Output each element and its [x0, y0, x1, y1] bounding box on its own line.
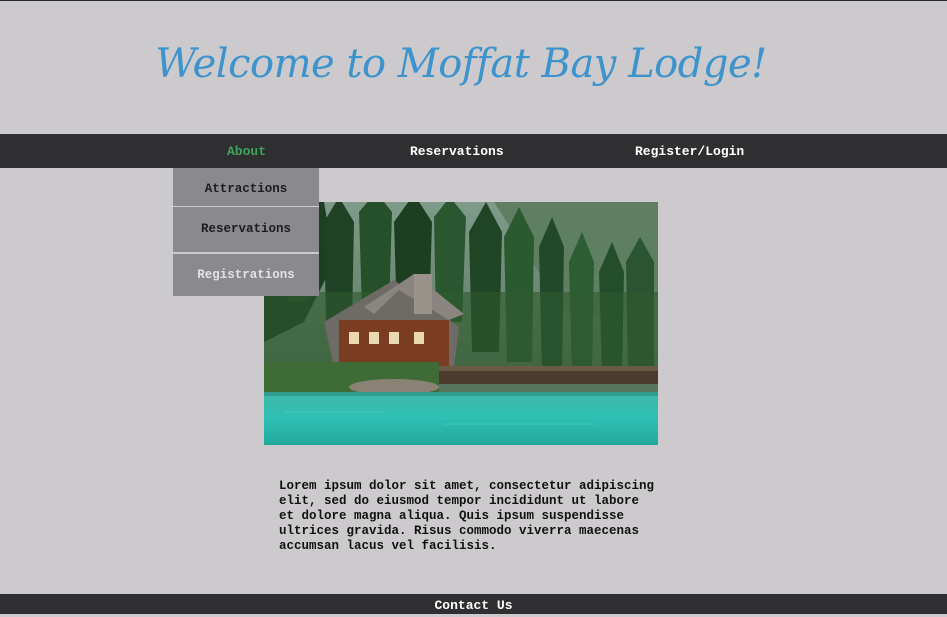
nav-link-register-login[interactable]: Register/Login: [635, 134, 744, 168]
nav-link-about[interactable]: About: [227, 134, 266, 168]
lodge-photo: [264, 202, 658, 445]
dropdown-item-reservations[interactable]: Reservations: [173, 206, 319, 252]
contact-us-link[interactable]: Contact Us: [434, 598, 512, 613]
site-title: Welcome to Moffat Bay Lodge!: [155, 41, 767, 87]
site-footer: Contact Us: [0, 594, 947, 614]
nav-link-reservations[interactable]: Reservations: [410, 134, 504, 168]
about-dropdown-menu: Attractions Reservations Registrations: [173, 168, 319, 296]
dropdown-item-registrations[interactable]: Registrations: [173, 252, 319, 296]
main-navbar: About Reservations Register/Login: [0, 134, 947, 168]
intro-paragraph: Lorem ipsum dolor sit amet, consectetur …: [279, 479, 655, 553]
dropdown-item-attractions[interactable]: Attractions: [173, 168, 319, 206]
